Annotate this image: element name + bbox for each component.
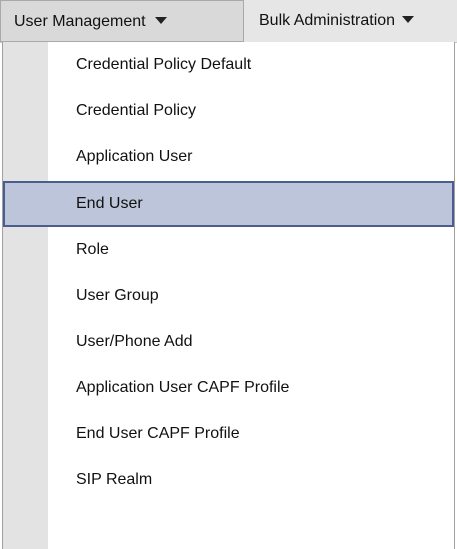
caret-down-icon — [154, 17, 167, 25]
menu-item-label: Credential Policy Default — [76, 56, 252, 73]
menu-item-label: End User — [76, 195, 143, 212]
menu-item-credential-policy-default[interactable]: Credential Policy Default — [3, 42, 454, 88]
menu-item-sip-realm[interactable]: SIP Realm — [3, 457, 454, 503]
menu-item-end-user[interactable]: End User — [3, 181, 454, 227]
menu-item-label: End User CAPF Profile — [76, 425, 240, 442]
menu-item-role[interactable]: Role — [3, 227, 454, 273]
menu-user-management[interactable]: User Management — [0, 0, 244, 42]
caret-down-icon — [402, 16, 415, 24]
menu-item-application-user[interactable]: Application User — [3, 134, 454, 180]
menu-bar: User Management Bulk Administration — [0, 0, 457, 43]
menu-user-management-label: User Management — [14, 13, 146, 30]
menu-item-user-group[interactable]: User Group — [3, 273, 454, 319]
menu-item-label: Application User CAPF Profile — [76, 379, 290, 396]
menu-item-label: Application User — [76, 148, 193, 165]
menu-item-label: Role — [76, 241, 109, 258]
menu-bulk-administration-label: Bulk Administration — [259, 12, 396, 29]
menu-item-end-user-capf-profile[interactable]: End User CAPF Profile — [3, 411, 454, 457]
menu-item-label: User Group — [76, 287, 159, 304]
menu-item-credential-policy[interactable]: Credential Policy — [3, 88, 454, 134]
menu-item-label: Credential Policy — [76, 102, 197, 119]
menu-item-label: User/Phone Add — [76, 333, 193, 350]
menu-item-application-user-capf-profile[interactable]: Application User CAPF Profile — [3, 365, 454, 411]
menu-bulk-administration[interactable]: Bulk Administration — [244, 0, 457, 42]
user-management-dropdown: Credential Policy Default Credential Pol… — [2, 42, 455, 549]
menu-item-user-phone-add[interactable]: User/Phone Add — [3, 319, 454, 365]
menu-item-label: SIP Realm — [76, 471, 153, 488]
